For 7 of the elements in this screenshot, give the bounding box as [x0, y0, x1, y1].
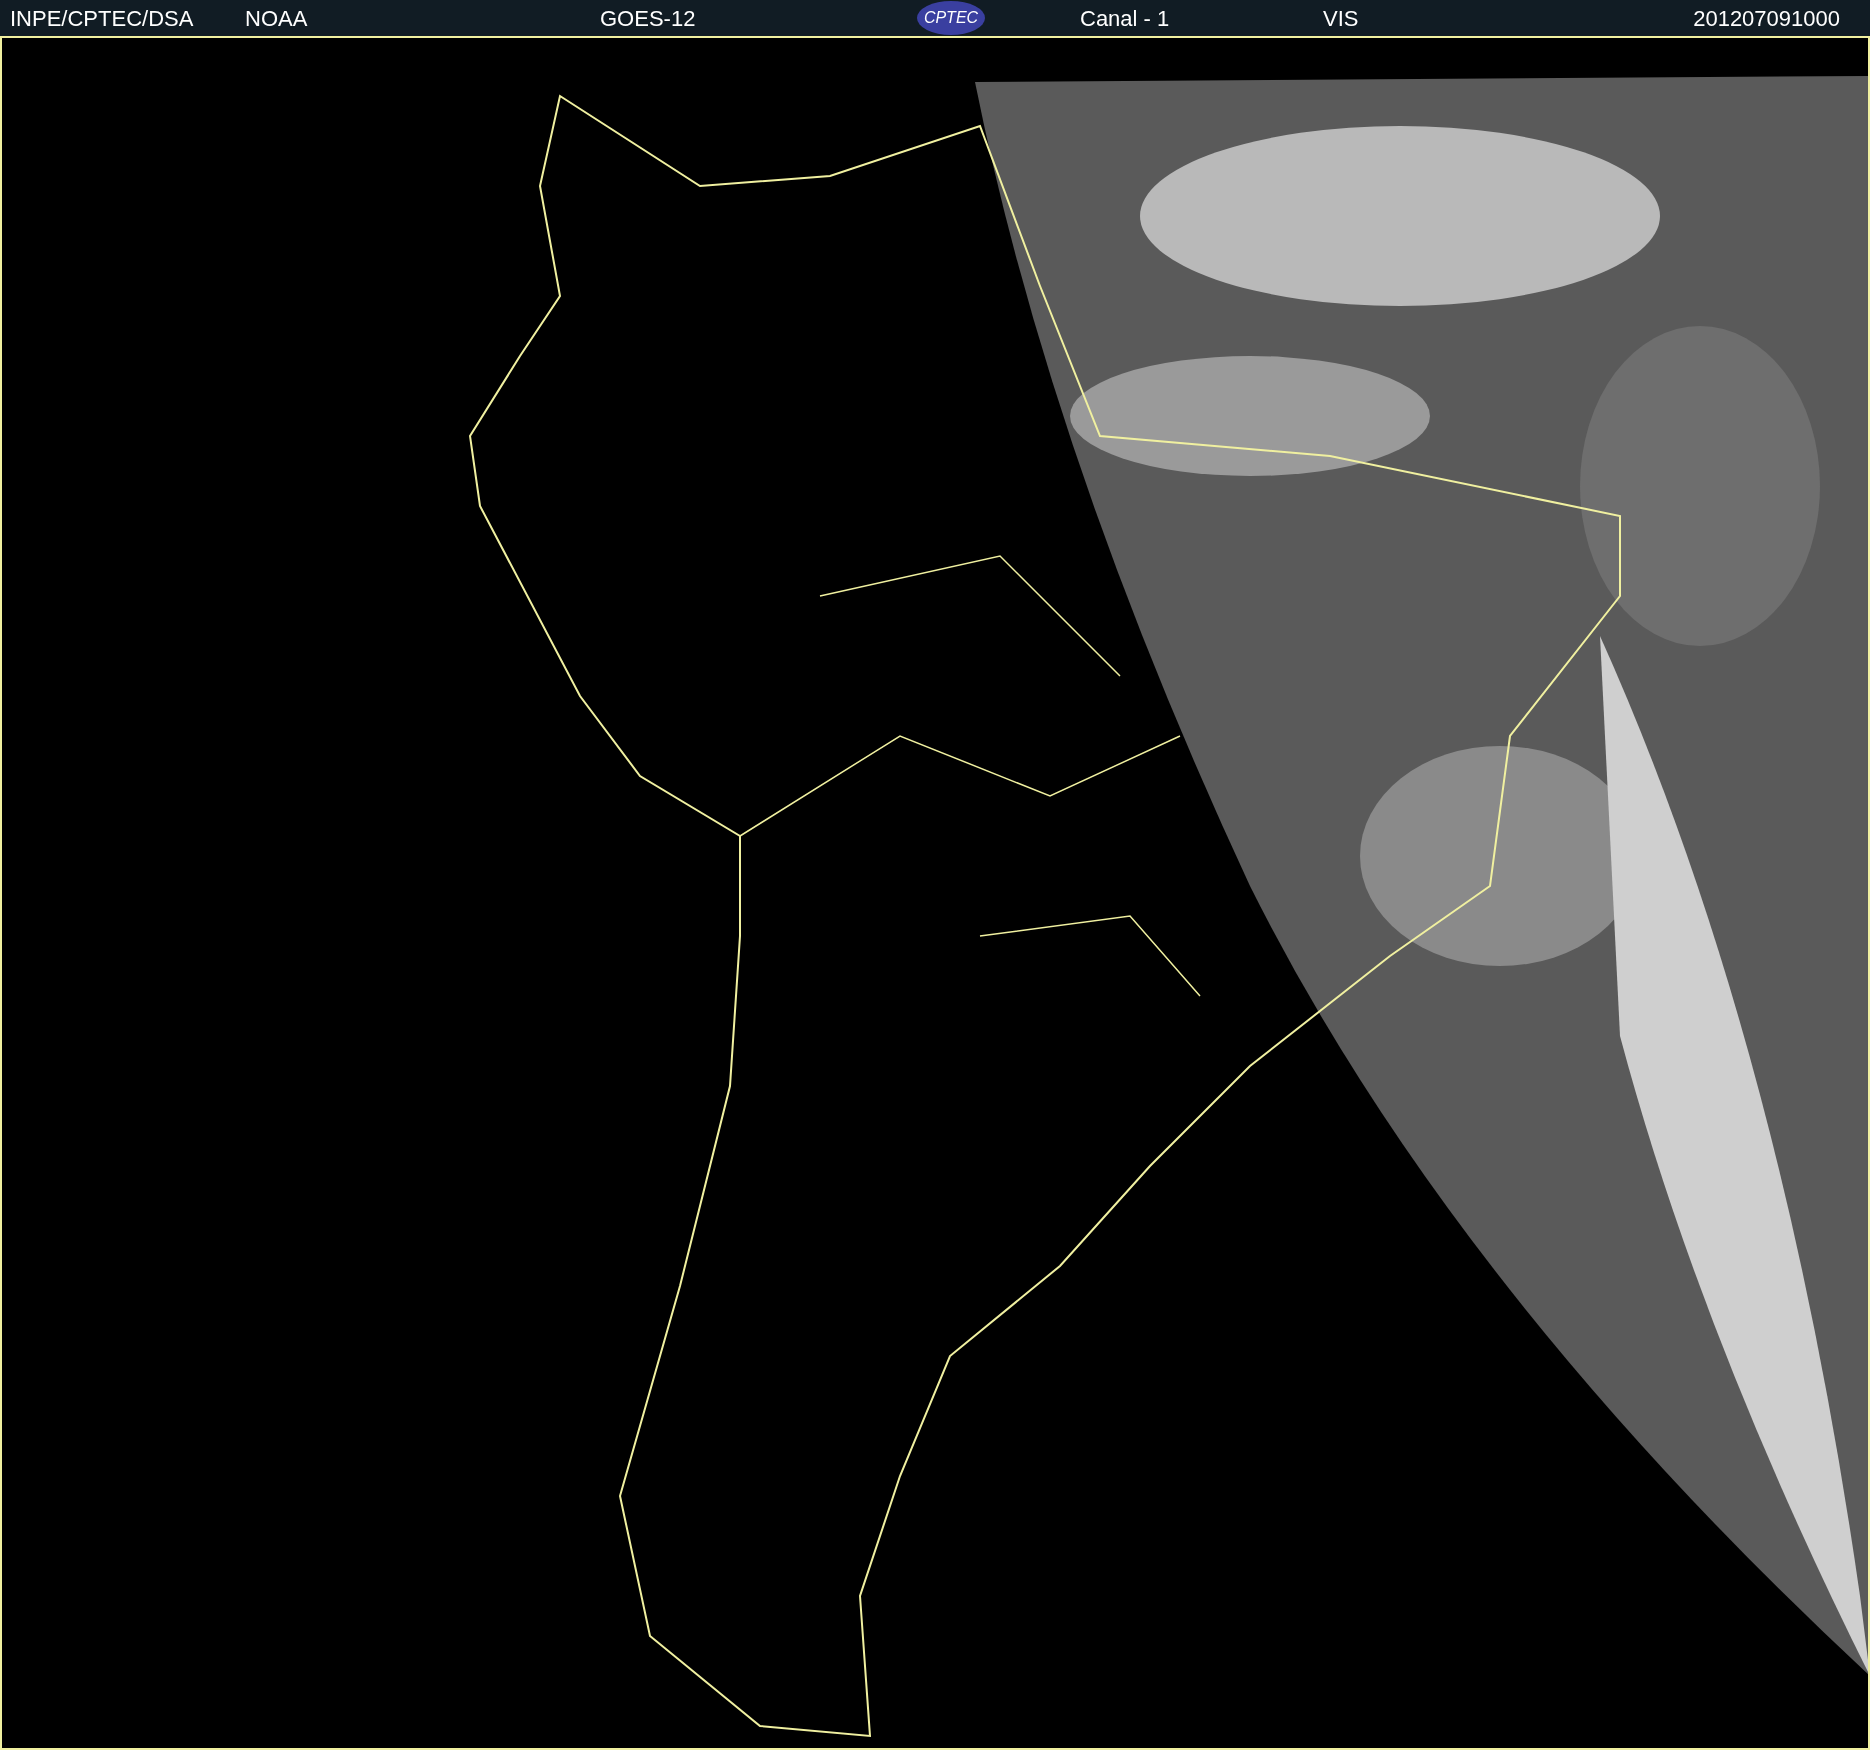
agency-label: NOAA: [245, 4, 309, 33]
band-label: VIS: [1323, 4, 1359, 33]
satellite-label: GOES-12: [600, 4, 697, 33]
source-label: INPE/CPTEC/DSA: [10, 4, 195, 33]
channel-label: Canal - 1: [1080, 4, 1171, 33]
timestamp-label: 201207091000: [1693, 4, 1840, 33]
logo: CPTEC: [917, 1, 985, 35]
